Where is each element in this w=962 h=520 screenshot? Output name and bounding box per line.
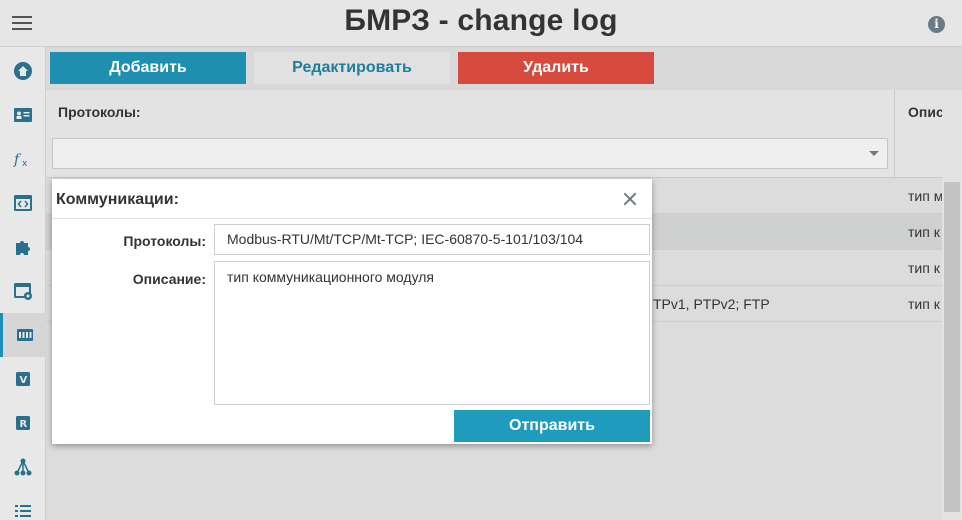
cell-description: тип к bbox=[908, 260, 940, 276]
cell-description: тип м bbox=[908, 188, 944, 204]
page-title: БМРЗ - change log bbox=[344, 4, 618, 37]
chevron-down-icon[interactable] bbox=[869, 151, 879, 156]
delete-button[interactable]: Удалить bbox=[458, 52, 654, 84]
column-header-protocols[interactable]: Протоколы: bbox=[58, 104, 141, 120]
svg-text:V: V bbox=[20, 375, 28, 386]
table-header: Протоколы: Описа bbox=[46, 90, 952, 178]
column-divider[interactable] bbox=[894, 90, 895, 178]
description-label: Описание: bbox=[132, 271, 206, 287]
window-settings-icon[interactable] bbox=[0, 269, 46, 313]
code-window-icon[interactable] bbox=[0, 181, 46, 225]
sidebar: fx V R bbox=[0, 47, 46, 520]
cell-description: тип к bbox=[908, 296, 940, 312]
svg-text:R: R bbox=[20, 419, 28, 430]
protocols-filter-select[interactable] bbox=[52, 138, 888, 169]
cell-protocols: TPv1, PTPv2; FTP bbox=[653, 296, 770, 312]
list-icon[interactable] bbox=[0, 489, 46, 520]
add-button[interactable]: Добавить bbox=[50, 52, 246, 84]
info-icon[interactable]: i bbox=[928, 16, 945, 33]
home-icon[interactable] bbox=[0, 49, 46, 93]
dialog-header: Коммуникации: bbox=[52, 179, 652, 219]
app-header: БМРЗ - change log i bbox=[0, 0, 962, 47]
contact-card-icon[interactable] bbox=[0, 93, 46, 137]
puzzle-icon[interactable] bbox=[0, 225, 46, 269]
communications-dialog: Коммуникации: Протоколы: Modbus-RTU/Mt/T… bbox=[52, 179, 652, 444]
function-icon[interactable]: fx bbox=[0, 137, 46, 181]
network-card-icon[interactable] bbox=[0, 313, 46, 357]
protocols-label: Протоколы: bbox=[123, 233, 206, 249]
hierarchy-icon[interactable] bbox=[0, 445, 46, 489]
v-icon[interactable]: V bbox=[0, 357, 46, 401]
protocols-field[interactable]: Modbus-RTU/Mt/TCP/Mt-TCP; IEC-60870-5-10… bbox=[214, 224, 650, 255]
cell-description: тип к bbox=[908, 224, 940, 240]
svg-text:f: f bbox=[13, 152, 22, 168]
r-icon[interactable]: R bbox=[0, 401, 46, 445]
description-textarea[interactable]: тип коммуникационного модуля bbox=[214, 261, 650, 405]
submit-button[interactable]: Отправить bbox=[454, 410, 650, 442]
close-icon[interactable] bbox=[622, 191, 638, 207]
svg-text:x: x bbox=[22, 159, 28, 169]
vertical-scrollbar[interactable] bbox=[942, 90, 962, 520]
edit-button[interactable]: Редактировать bbox=[254, 52, 450, 84]
dialog-title: Коммуникации: bbox=[56, 191, 179, 208]
scrollbar-thumb[interactable] bbox=[944, 182, 960, 512]
